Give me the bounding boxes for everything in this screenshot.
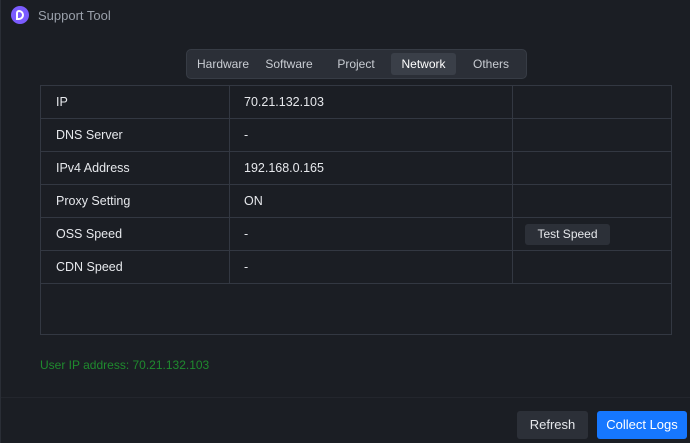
footer-divider xyxy=(1,397,690,398)
table-row: DNS Server - xyxy=(41,119,671,152)
tab-hardware[interactable]: Hardware xyxy=(193,53,253,75)
row-action-cell xyxy=(513,152,671,184)
row-name: IPv4 Address xyxy=(41,152,230,184)
row-name: DNS Server xyxy=(41,119,230,151)
support-tool-window: Support Tool Hardware Software Project N… xyxy=(0,0,690,443)
user-ip-status: User IP address: 70.21.132.103 xyxy=(40,358,210,372)
row-action-cell xyxy=(513,185,671,217)
table-row: OSS Speed - Test Speed xyxy=(41,218,671,251)
collect-logs-button[interactable]: Collect Logs xyxy=(597,411,687,439)
tab-others[interactable]: Others xyxy=(462,53,520,75)
row-value: 192.168.0.165 xyxy=(230,152,513,184)
table-row: IP 70.21.132.103 xyxy=(41,86,671,119)
title-bar: Support Tool xyxy=(1,0,690,30)
row-value: - xyxy=(230,119,513,151)
row-value: - xyxy=(230,251,513,283)
row-value: ON xyxy=(230,185,513,217)
tab-bar: Hardware Software Project Network Others xyxy=(186,49,527,79)
row-action-cell xyxy=(513,251,671,283)
tab-project[interactable]: Project xyxy=(328,53,384,75)
tab-network[interactable]: Network xyxy=(391,53,456,75)
row-name: CDN Speed xyxy=(41,251,230,283)
row-name: IP xyxy=(41,86,230,118)
row-action-cell xyxy=(513,119,671,151)
test-speed-button[interactable]: Test Speed xyxy=(525,224,610,245)
row-value: 70.21.132.103 xyxy=(230,86,513,118)
tab-software[interactable]: Software xyxy=(259,53,319,75)
row-name: Proxy Setting xyxy=(41,185,230,217)
app-logo-icon xyxy=(11,6,29,24)
row-name: OSS Speed xyxy=(41,218,230,250)
table-row: IPv4 Address 192.168.0.165 xyxy=(41,152,671,185)
network-table: IP 70.21.132.103 DNS Server - IPv4 Addre… xyxy=(40,85,672,335)
window-title: Support Tool xyxy=(38,8,111,23)
row-value: - xyxy=(230,218,513,250)
table-row: Proxy Setting ON xyxy=(41,185,671,218)
row-action-cell: Test Speed xyxy=(513,218,671,250)
table-row: CDN Speed - xyxy=(41,251,671,284)
refresh-button[interactable]: Refresh xyxy=(517,411,588,439)
row-action-cell xyxy=(513,86,671,118)
